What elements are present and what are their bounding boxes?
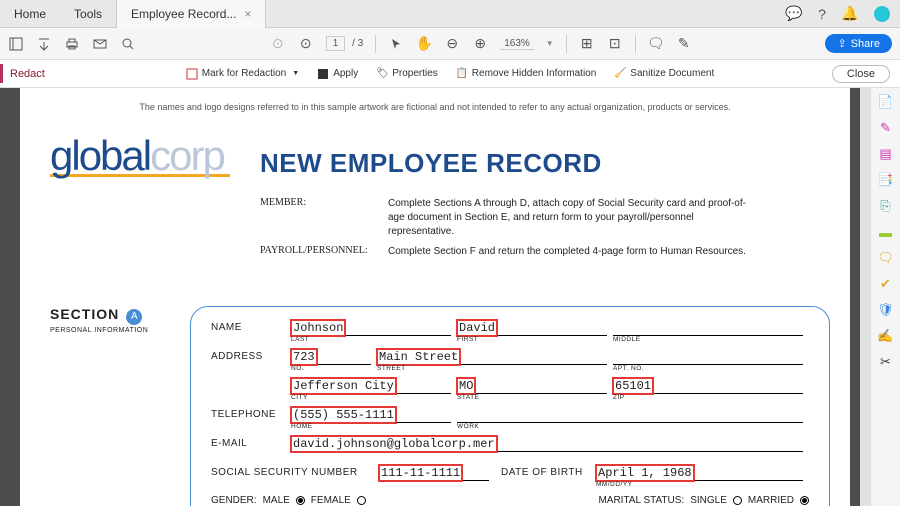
member-text: Complete Sections A through D, attach co… [388,197,748,239]
comment-icon[interactable]: 🗨 [648,36,664,52]
top-tab-bar: Home Tools Employee Record... × 💬 ? 🔔 [0,0,900,28]
organize-icon[interactable]: 📑 [878,172,894,188]
document-viewport[interactable]: The names and logo designs referred to i… [0,88,870,506]
sanitize-button[interactable]: 🧹Sanitize Document [614,68,714,80]
payroll-label: PAYROLL/PERSONNEL: [260,245,388,259]
payroll-text: Complete Section F and return the comple… [388,245,748,259]
radio-single[interactable] [733,496,742,505]
first-name-field[interactable]: David [457,320,497,336]
highlight-icon[interactable]: ✎ [676,36,692,52]
zoom-out-icon[interactable]: ⊖ [444,36,460,52]
email-label: E-MAIL [211,438,291,452]
scrollbar[interactable] [860,88,870,506]
tab-document-label: Employee Record... [131,0,236,28]
section-header: SECTION A PERSONAL INFORMATION [50,306,148,334]
phone-label: TELEPHONE [211,409,291,423]
tab-document[interactable]: Employee Record... × [116,0,266,28]
last-name-field[interactable]: Johnson [291,320,345,336]
zoom-level[interactable]: 163% [500,38,534,50]
tab-tools[interactable]: Tools [60,0,116,28]
properties-button[interactable]: 🏷Properties [376,68,438,80]
share-button[interactable]: ⇪ Share [825,34,892,53]
hidden-icon: 📋 [456,68,468,80]
print-icon[interactable] [64,36,80,52]
hand-icon[interactable]: ✋ [416,36,432,52]
marital-label: MARITAL STATUS: [598,495,684,506]
create-pdf-icon[interactable]: 📄 [878,94,894,110]
right-tools-rail: 📄 ✎ ▤ 📑 ⎘ ▬ 🗨 ✔ 🛡 ✍ ✂ [870,88,900,506]
fit-page-icon[interactable]: ⊡ [607,36,623,52]
dob-label: DATE OF BIRTH [501,467,596,481]
mail-icon[interactable] [92,36,108,52]
pointer-icon[interactable] [388,36,404,52]
sidebar-icon[interactable] [8,36,24,52]
help-icon[interactable]: ? [808,6,836,22]
tab-home[interactable]: Home [0,0,60,28]
radio-female[interactable] [357,496,366,505]
addr-street-field[interactable]: Main Street [377,349,460,365]
ssn-field[interactable]: 111-11-1111 [379,465,462,481]
close-tab-icon[interactable]: × [244,0,251,28]
addr-apt-field[interactable] [613,349,617,365]
redact-mode-label: Redact [0,60,55,87]
addr-state-field[interactable]: MO [457,378,475,394]
comment-tool-icon[interactable]: ▬ [878,224,894,240]
save-icon[interactable] [36,36,52,52]
mark-redaction-button[interactable]: Mark for Redaction▼ [186,68,299,80]
name-label: NAME [211,322,291,336]
page-current[interactable]: 1 [326,36,346,51]
page-up-icon[interactable]: ⊙ [270,36,286,52]
pdf-page: The names and logo designs referred to i… [20,88,850,506]
disclaimer-text: The names and logo designs referred to i… [50,102,820,112]
close-button[interactable]: Close [832,65,890,83]
combine-icon[interactable]: ⎘ [878,198,894,214]
radio-male[interactable] [296,496,305,505]
page-down-icon[interactable]: ⊙ [298,36,314,52]
redact-toolbar: Redact Mark for Redaction▼ Apply 🏷Proper… [0,60,900,88]
apply-button[interactable]: Apply [317,68,358,80]
member-label: MEMBER: [260,197,388,239]
form-section-a: NAME JohnsonLAST DavidFIRST MIDDLE ADDRE… [190,306,830,506]
address-label: ADDRESS [211,351,291,365]
radio-married[interactable] [800,496,809,505]
more-tools-icon[interactable]: ✂ [878,354,894,370]
gender-label: GENDER: [211,495,257,506]
remove-hidden-button[interactable]: 📋Remove Hidden Information [456,68,597,80]
share-label: Share [851,38,880,50]
addr-no-field[interactable]: 723 [291,349,317,365]
ssn-label: SOCIAL SECURITY NUMBER [211,467,379,481]
redact-tool-icon[interactable]: ✍ [878,328,894,344]
main-toolbar: ⊙ ⊙ 1 / 3 ✋ ⊖ ⊕ 163% ▼ ⊞ ⊡ 🗨 ✎ ⇪ Share [0,28,900,60]
page-title: NEW EMPLOYEE RECORD [260,148,820,179]
section-bubble: A [126,309,142,325]
main-area: The names and logo designs referred to i… [0,88,900,506]
dob-field[interactable]: April 1, 1968 [596,465,694,481]
zoom-in-icon[interactable]: ⊕ [472,36,488,52]
fill-sign-icon[interactable]: 🗨 [878,250,894,266]
page-indicator: 1 / 3 [326,38,363,49]
user-avatar[interactable] [874,6,890,22]
fit-width-icon[interactable]: ⊞ [579,36,595,52]
props-icon: 🏷 [376,68,388,80]
middle-name-field[interactable] [613,320,617,336]
addr-city-field[interactable]: Jefferson City [291,378,396,394]
mark-icon [186,68,198,80]
apply-icon [317,68,329,80]
chat-icon[interactable]: 💬 [780,5,808,22]
phone-work-field[interactable] [457,407,461,423]
edit-pdf-icon[interactable]: ✎ [878,120,894,136]
company-logo: globalcorp [50,132,230,180]
protect-icon[interactable]: 🛡 [878,302,894,318]
export-icon[interactable]: ▤ [878,146,894,162]
sanitize-icon: 🧹 [614,68,626,80]
search-icon[interactable] [120,36,136,52]
phone-home-field[interactable]: (555) 555-1111 [291,407,396,423]
stamp-icon[interactable]: ✔ [878,276,894,292]
email-field[interactable]: david.johnson@globalcorp.mer [291,436,497,452]
bell-icon[interactable]: 🔔 [836,5,864,22]
addr-zip-field[interactable]: 65101 [613,378,653,394]
share-icon: ⇪ [837,37,846,50]
